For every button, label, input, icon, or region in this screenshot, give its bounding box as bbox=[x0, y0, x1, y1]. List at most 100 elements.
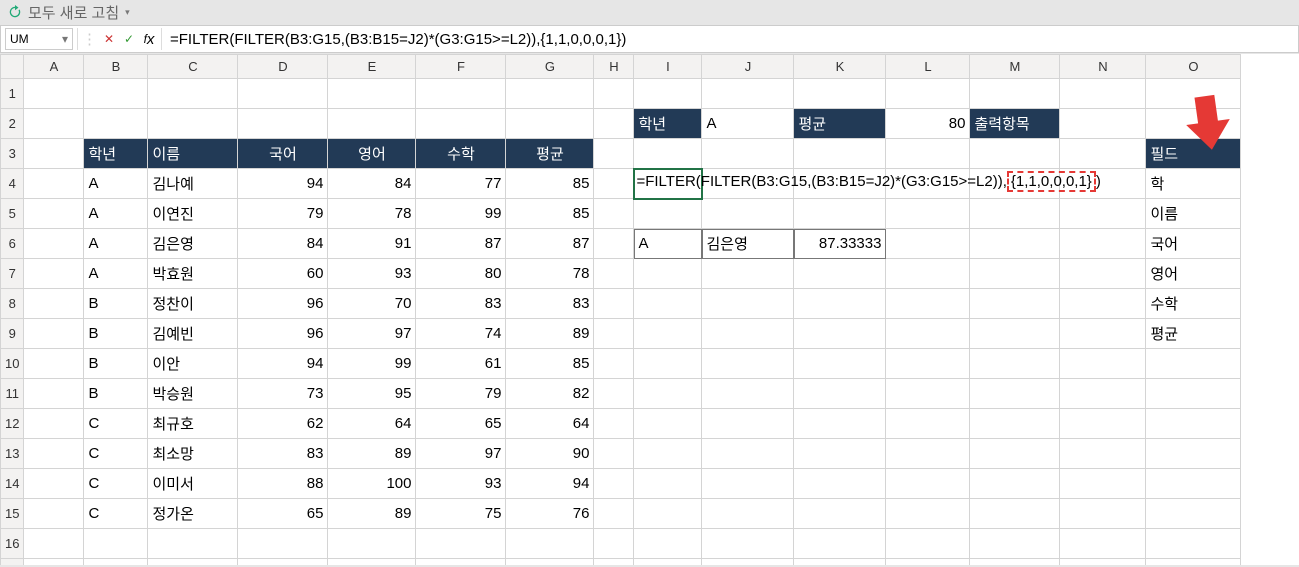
cell[interactable] bbox=[886, 499, 970, 529]
cell[interactable] bbox=[1146, 379, 1241, 409]
cell[interactable] bbox=[702, 559, 794, 566]
cell[interactable] bbox=[594, 469, 634, 499]
cell[interactable] bbox=[794, 409, 886, 439]
cell[interactable] bbox=[702, 199, 794, 229]
row-header[interactable]: 6 bbox=[1, 229, 24, 259]
cell[interactable] bbox=[1060, 409, 1146, 439]
cell[interactable]: =FILTER(FILTER(B3:G15,(B3:B15=J2)*(G3:G1… bbox=[634, 169, 702, 199]
cell[interactable] bbox=[24, 499, 84, 529]
cell[interactable] bbox=[594, 79, 634, 109]
cell[interactable]: 83 bbox=[416, 289, 506, 319]
cell[interactable]: 96 bbox=[238, 319, 328, 349]
cell[interactable] bbox=[594, 229, 634, 259]
cell[interactable] bbox=[794, 529, 886, 559]
row-header[interactable]: 3 bbox=[1, 139, 24, 169]
cell[interactable] bbox=[24, 319, 84, 349]
cell[interactable]: 78 bbox=[506, 259, 594, 289]
cell[interactable] bbox=[148, 529, 238, 559]
cell[interactable]: C bbox=[84, 409, 148, 439]
cell[interactable] bbox=[970, 79, 1060, 109]
cell[interactable]: 80 bbox=[416, 259, 506, 289]
cell[interactable] bbox=[1146, 409, 1241, 439]
cell[interactable]: 97 bbox=[328, 319, 416, 349]
cell[interactable]: 84 bbox=[328, 169, 416, 199]
cell[interactable]: C bbox=[84, 499, 148, 529]
cell[interactable]: 83 bbox=[238, 439, 328, 469]
row-header[interactable]: 17 bbox=[1, 559, 24, 566]
cell[interactable] bbox=[634, 559, 702, 566]
cell[interactable] bbox=[1060, 349, 1146, 379]
cell[interactable] bbox=[328, 529, 416, 559]
cell[interactable] bbox=[506, 79, 594, 109]
row-header[interactable]: 9 bbox=[1, 319, 24, 349]
cell[interactable]: 62 bbox=[238, 409, 328, 439]
cell[interactable]: A bbox=[84, 259, 148, 289]
cell[interactable] bbox=[238, 79, 328, 109]
cell[interactable] bbox=[24, 199, 84, 229]
cell[interactable] bbox=[702, 439, 794, 469]
cell[interactable]: 학 bbox=[1146, 169, 1241, 199]
cell[interactable] bbox=[84, 559, 148, 566]
cell[interactable] bbox=[84, 79, 148, 109]
cell[interactable] bbox=[24, 409, 84, 439]
cancel-button[interactable]: ✕ bbox=[101, 31, 117, 47]
column-header[interactable]: I bbox=[634, 55, 702, 79]
cell[interactable] bbox=[1060, 379, 1146, 409]
row-header[interactable]: 12 bbox=[1, 409, 24, 439]
row-header[interactable]: 14 bbox=[1, 469, 24, 499]
cell[interactable] bbox=[794, 79, 886, 109]
cell[interactable] bbox=[24, 559, 84, 566]
accept-button[interactable]: ✓ bbox=[121, 31, 137, 47]
cell[interactable] bbox=[1060, 469, 1146, 499]
cell[interactable] bbox=[24, 229, 84, 259]
cell[interactable]: 김은영 bbox=[702, 229, 794, 259]
row-header[interactable]: 2 bbox=[1, 109, 24, 139]
cell[interactable] bbox=[506, 559, 594, 566]
row-header[interactable]: 5 bbox=[1, 199, 24, 229]
cell[interactable] bbox=[702, 529, 794, 559]
cell[interactable] bbox=[886, 139, 970, 169]
cell[interactable] bbox=[970, 199, 1060, 229]
cell[interactable]: 60 bbox=[238, 259, 328, 289]
row-header[interactable]: 10 bbox=[1, 349, 24, 379]
cell[interactable] bbox=[594, 169, 634, 199]
cell[interactable] bbox=[24, 259, 84, 289]
cell[interactable]: 평균 bbox=[794, 109, 886, 139]
cell[interactable]: B bbox=[84, 289, 148, 319]
cell[interactable]: 국어 bbox=[238, 139, 328, 169]
cell[interactable]: 78 bbox=[328, 199, 416, 229]
cell[interactable] bbox=[1146, 559, 1241, 566]
cell[interactable] bbox=[702, 469, 794, 499]
cell[interactable] bbox=[886, 559, 970, 566]
cell[interactable]: 평균 bbox=[506, 139, 594, 169]
cell[interactable]: 영어 bbox=[1146, 259, 1241, 289]
cell[interactable]: 국어 bbox=[1146, 229, 1241, 259]
column-header[interactable]: L bbox=[886, 55, 970, 79]
cell[interactable] bbox=[702, 289, 794, 319]
cell[interactable]: 65 bbox=[416, 409, 506, 439]
cell[interactable]: 61 bbox=[416, 349, 506, 379]
cell[interactable] bbox=[970, 469, 1060, 499]
cell[interactable] bbox=[970, 559, 1060, 566]
cell[interactable] bbox=[594, 139, 634, 169]
cell[interactable]: 평균 bbox=[1146, 319, 1241, 349]
cell[interactable]: 정찬이 bbox=[148, 289, 238, 319]
cell[interactable] bbox=[794, 499, 886, 529]
cell[interactable] bbox=[794, 289, 886, 319]
cell[interactable] bbox=[794, 259, 886, 289]
cell[interactable] bbox=[1060, 529, 1146, 559]
cell[interactable]: A bbox=[84, 199, 148, 229]
row-header[interactable]: 15 bbox=[1, 499, 24, 529]
cell[interactable] bbox=[148, 79, 238, 109]
cell[interactable] bbox=[794, 319, 886, 349]
cell[interactable] bbox=[886, 289, 970, 319]
cell[interactable] bbox=[970, 139, 1060, 169]
cell[interactable]: 85 bbox=[506, 349, 594, 379]
cell[interactable]: 박효원 bbox=[148, 259, 238, 289]
cell[interactable] bbox=[702, 349, 794, 379]
cell[interactable] bbox=[594, 379, 634, 409]
cell[interactable]: 이안 bbox=[148, 349, 238, 379]
cell[interactable]: 최소망 bbox=[148, 439, 238, 469]
cell[interactable] bbox=[634, 259, 702, 289]
cell[interactable] bbox=[886, 79, 970, 109]
